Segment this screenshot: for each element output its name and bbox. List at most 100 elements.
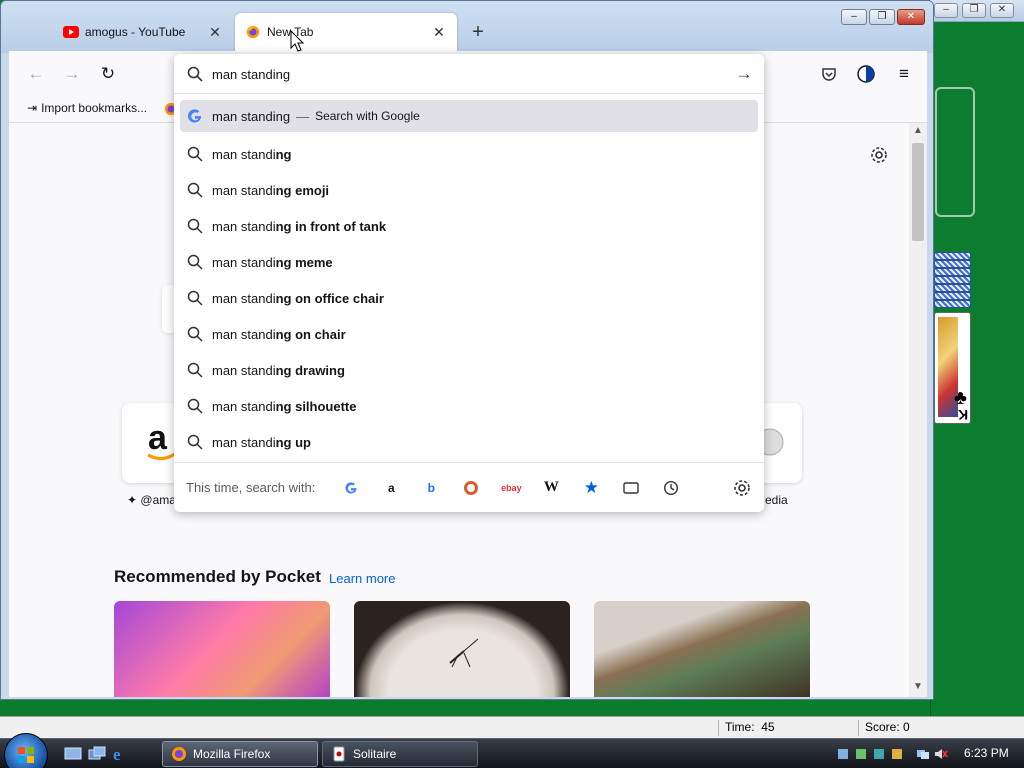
- show-desktop-icon[interactable]: [64, 746, 82, 762]
- solitaire-icon: [333, 746, 345, 762]
- minimize-button[interactable]: –: [841, 9, 867, 25]
- google-icon: [187, 109, 202, 123]
- taskbar-solitaire-button[interactable]: Solitaire: [322, 741, 478, 767]
- tabs-icon[interactable]: [615, 474, 647, 502]
- suggestion-completion-text: ng up: [275, 434, 311, 450]
- svg-text:e: e: [113, 746, 121, 762]
- solitaire-close-button[interactable]: ✕: [990, 3, 1014, 18]
- suggestion-completion-text: ng drawing: [275, 362, 345, 378]
- scroll-down-arrow[interactable]: ▼: [912, 681, 924, 695]
- scroll-up-arrow[interactable]: ▲: [912, 125, 924, 139]
- search-suggestion[interactable]: man standi ng on office chair: [180, 280, 758, 316]
- search-settings-gear-icon[interactable]: [732, 478, 752, 498]
- search-suggestion[interactable]: man standi ng meme: [180, 244, 758, 280]
- search-suggestion[interactable]: man standi ng up: [180, 424, 758, 460]
- tray-app-icon[interactable]: [836, 747, 850, 761]
- suggestion-typed-text: man standi: [212, 326, 276, 342]
- solitaire-minimize-button[interactable]: –: [934, 3, 958, 18]
- ebay-engine-icon[interactable]: ebay: [495, 474, 527, 502]
- suggestion-separator: —: [296, 108, 310, 124]
- search-icon: [187, 66, 203, 82]
- import-bookmarks-button[interactable]: ⇥ Import bookmarks...: [27, 101, 147, 115]
- start-button[interactable]: [4, 733, 48, 768]
- solitaire-maximize-button[interactable]: ❐: [962, 3, 986, 18]
- internet-explorer-icon[interactable]: e: [112, 746, 130, 762]
- address-bar-dropdown: → man standing—Search with Googleman sta…: [174, 54, 764, 512]
- search-icon: [187, 398, 203, 414]
- search-suggestion[interactable]: man standi ng emoji: [180, 172, 758, 208]
- search-suggestion[interactable]: man standi ng: [180, 136, 758, 172]
- suggestion-list: man standing — Search with Google man stand…: [180, 100, 758, 460]
- suggestion-typed-text: man standi: [212, 398, 276, 414]
- search-suggestion[interactable]: man standi ng drawing: [180, 352, 758, 388]
- search-suggestion[interactable]: man standi ng in front of tank: [180, 208, 758, 244]
- tray-app-icon[interactable]: [872, 747, 886, 761]
- bing-engine-icon[interactable]: b: [415, 474, 447, 502]
- google-engine-icon[interactable]: [335, 474, 367, 502]
- new-tab-button[interactable]: +: [463, 13, 493, 51]
- search-icon: [187, 218, 203, 234]
- address-input[interactable]: [212, 64, 712, 84]
- tab-new-tab[interactable]: New Tab ✕: [235, 13, 457, 51]
- search-suggestion[interactable]: man standi ng on chair: [180, 316, 758, 352]
- tray-app-icon[interactable]: [890, 747, 904, 761]
- shortcut-label-text: @ama: [140, 493, 176, 507]
- windows-logo-icon: [18, 747, 34, 763]
- duckduckgo-engine-icon[interactable]: [455, 474, 487, 502]
- reload-button[interactable]: ↻: [97, 63, 119, 85]
- wikipedia-engine-icon[interactable]: W: [535, 474, 567, 502]
- foundation-slot[interactable]: [935, 87, 975, 217]
- search-suggestion[interactable]: man standi ng silhouette: [180, 388, 758, 424]
- go-arrow-icon[interactable]: →: [734, 64, 754, 84]
- pocket-icon[interactable]: [821, 66, 837, 82]
- pocket-card-image[interactable]: [114, 601, 330, 697]
- suggestion-completion-text: ng in front of tank: [275, 218, 387, 234]
- maximize-button[interactable]: ❐: [869, 9, 895, 25]
- pocket-card-image[interactable]: [354, 601, 570, 697]
- suggestion-typed-text: man standi: [212, 218, 276, 234]
- forward-button[interactable]: →: [61, 63, 83, 85]
- network-icon[interactable]: [916, 747, 930, 761]
- solitaire-status-bar: Time: 45 Score: 0: [0, 716, 1024, 738]
- pocket-learn-more-link[interactable]: Learn more: [329, 571, 395, 586]
- suggestion-typed-text: man standi: [212, 146, 276, 162]
- tab-youtube[interactable]: amogus - YouTube ✕: [9, 13, 233, 51]
- address-bar: →: [174, 54, 764, 94]
- shortcut-amazon[interactable]: a: [122, 403, 182, 483]
- time-label: Time:: [725, 720, 755, 734]
- page-scrollbar[interactable]: ▲ ▼: [909, 123, 927, 697]
- close-tab-icon[interactable]: ✕: [207, 24, 223, 40]
- volume-muted-icon[interactable]: [934, 747, 948, 761]
- import-bookmarks-label: Import bookmarks...: [41, 101, 148, 115]
- time-cell: Time: 45: [718, 720, 858, 736]
- account-icon[interactable]: [857, 65, 875, 83]
- taskbar-button-label: Mozilla Firefox: [193, 747, 271, 761]
- time-value: 45: [761, 720, 775, 734]
- customize-gear-icon[interactable]: [869, 145, 889, 165]
- history-clock-icon[interactable]: [655, 474, 687, 502]
- close-tab-icon[interactable]: ✕: [431, 24, 447, 40]
- taskbar-clock[interactable]: 6:23 PM: [964, 746, 1009, 760]
- solitaire-titlebar: – ❐ ✕: [930, 0, 1024, 22]
- score-cell: Score: 0: [858, 720, 1024, 736]
- svg-text:a: a: [148, 419, 168, 457]
- taskbar-firefox-button[interactable]: Mozilla Firefox: [162, 741, 318, 767]
- menu-hamburger-icon[interactable]: ≡: [893, 63, 915, 85]
- king-of-clubs-card[interactable]: ♣ K: [934, 312, 971, 424]
- shortcut-amazon-label: ✦ @ama: [127, 493, 176, 507]
- mouse-cursor-icon: [290, 30, 304, 52]
- amazon-engine-icon[interactable]: a: [375, 474, 407, 502]
- switch-windows-icon[interactable]: [88, 746, 106, 762]
- search-with-google-suggestion[interactable]: man standing — Search with Google: [180, 100, 758, 132]
- pocket-heading: Recommended by Pocket: [114, 567, 321, 586]
- back-button[interactable]: ←: [25, 63, 47, 85]
- close-window-button[interactable]: ✕: [897, 9, 925, 25]
- window-controls: – ❐ ✕: [841, 9, 925, 25]
- suggestion-completion-text: ng meme: [275, 254, 333, 270]
- bookmarks-star-icon[interactable]: ★: [575, 474, 607, 502]
- card-rank: K: [957, 407, 968, 423]
- scrollbar-thumb[interactable]: [912, 143, 924, 241]
- suggestion-typed-text: man standi: [212, 290, 276, 306]
- pocket-card-image[interactable]: [594, 601, 810, 697]
- tray-app-icon[interactable]: [854, 747, 868, 761]
